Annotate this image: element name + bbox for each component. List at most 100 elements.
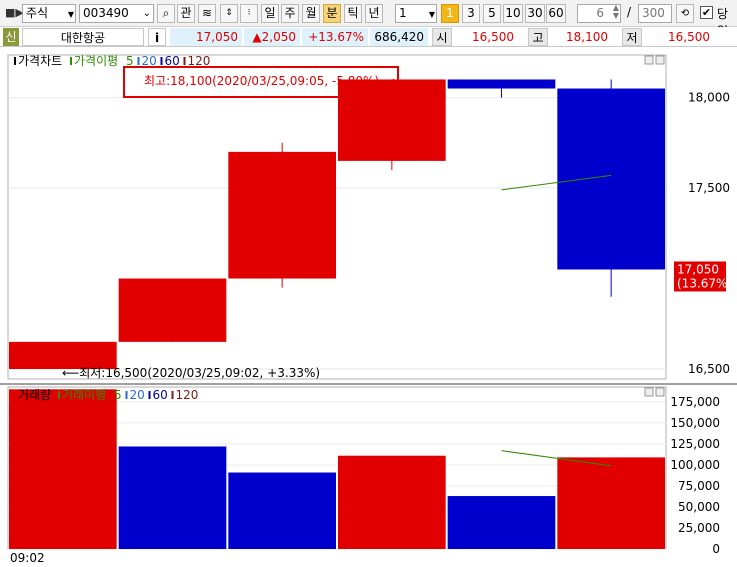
candle-body[interactable] — [447, 79, 556, 89]
info-bar: 신 대한항공 i 17,050 ▲2,050 +13.67% 686,420 시… — [0, 27, 737, 47]
chart-area[interactable]: 16,500 17,500 18,000 0 25,000 50,000 75,000 100… — [0, 47, 737, 565]
volume-legend-marker — [14, 391, 16, 399]
period-month[interactable]: 월 — [302, 4, 320, 23]
candle-body[interactable] — [338, 79, 446, 161]
volume-ytick-label: 125,000 — [670, 437, 720, 451]
price-legend-marker — [160, 57, 163, 65]
volume-legend-marker — [125, 391, 128, 399]
x-axis-label: 09:02 — [10, 551, 45, 564]
minute-3-button[interactable]: 3 — [462, 4, 480, 23]
volume-bar[interactable] — [447, 496, 556, 549]
price-ytick-label: 18,000 — [688, 91, 730, 105]
market-select[interactable]: 주식 ▼ — [22, 4, 76, 23]
minute-1-button[interactable]: 1 — [441, 4, 459, 23]
volume-ytick-label: 100,000 — [670, 458, 720, 472]
period-minute[interactable]: 분 — [323, 4, 341, 23]
price-legend-item: 120 — [188, 54, 211, 68]
minute-10-button[interactable]: 10 — [503, 4, 523, 23]
candle-body[interactable] — [118, 278, 227, 342]
high-price: 18,100 — [566, 30, 608, 44]
price-legend-marker — [70, 57, 72, 65]
price-pane-close-icon[interactable] — [655, 55, 665, 65]
volume-legend-item: 20 — [130, 388, 145, 402]
volume-bar[interactable] — [118, 446, 227, 549]
volume-ytick-label: 75,000 — [678, 479, 720, 493]
volume-legend-marker — [171, 391, 174, 399]
price-ytick-label: 17,500 — [688, 181, 730, 195]
volume-ytick-label: 0 — [712, 542, 720, 556]
stock-name: 대한항공 — [22, 28, 144, 46]
volume-legend-marker — [58, 391, 60, 399]
volume-bar[interactable] — [338, 455, 446, 549]
volume-bar[interactable] — [228, 472, 336, 549]
info-button[interactable]: i — [148, 28, 166, 46]
price-legend-item: 가격이평 — [74, 54, 118, 68]
high-label: 고 — [528, 28, 548, 46]
change-rate: +13.67% — [302, 28, 368, 46]
volume-ytick-label: 25,000 — [678, 521, 720, 535]
chart-svg[interactable]: 16,500 17,500 18,000 0 25,000 50,000 75,000 100… — [0, 47, 737, 565]
volume-legend-item: 거래이평 — [62, 388, 106, 402]
volume-bar[interactable] — [557, 457, 665, 549]
minute-60-button[interactable]: 60 — [546, 4, 566, 23]
scroll-icon[interactable]: ⁝ — [240, 4, 258, 23]
low-label: 저 — [622, 28, 642, 46]
volume-ytick-label: 175,000 — [670, 395, 720, 409]
low-annotation: ⟵최저:16,500(2020/03/25,09:02, +3.33%) — [62, 366, 320, 380]
period-day[interactable]: 일 — [261, 4, 279, 23]
candle-body[interactable] — [9, 341, 117, 369]
market-value: 주식 — [26, 6, 49, 20]
credit-tag: 신 — [3, 28, 19, 46]
interval-value: 1 — [399, 6, 407, 20]
open-price: 16,500 — [472, 30, 514, 44]
candle-body[interactable] — [228, 151, 336, 279]
price-pane-max-icon[interactable] — [644, 55, 654, 65]
minute-30-button[interactable]: 30 — [525, 4, 545, 23]
price-legend-item: 가격차트 — [18, 54, 62, 68]
code-input[interactable]: 003490 ⌄ — [79, 4, 154, 23]
volume-legend-item: 60 — [153, 388, 168, 402]
volume-pane-close-icon[interactable] — [655, 387, 665, 397]
price-legend-item: 20 — [142, 54, 157, 68]
current-rate-label: (13.67%) — [677, 276, 732, 290]
chevron-down-icon: ▼ — [428, 10, 435, 19]
count-input[interactable]: 6 ▲ ▼ — [577, 4, 621, 23]
volume-legend-item: 5 — [114, 388, 122, 402]
price-legend-marker — [14, 57, 16, 65]
total-input[interactable]: 300 — [638, 4, 672, 23]
up-down-icon[interactable]: ⇕ — [220, 4, 238, 23]
candle-body[interactable] — [557, 88, 665, 270]
volume-bar[interactable] — [9, 389, 117, 549]
minute-5-button[interactable]: 5 — [483, 4, 501, 23]
price-legend-marker — [183, 57, 186, 65]
reset-icon[interactable]: ⟲ — [676, 4, 694, 23]
period-tick[interactable]: 틱 — [344, 4, 362, 23]
volume-legend-item: 거래량 — [18, 388, 51, 402]
open-label: 시 — [432, 28, 452, 46]
interval-select[interactable]: 1 ▼ — [395, 4, 437, 23]
count-value: 6 — [596, 6, 604, 20]
low-price: 16,500 — [668, 30, 710, 44]
total-value: 300 — [642, 6, 665, 20]
trade-volume: 686,420 — [370, 28, 428, 46]
settings-icon[interactable]: ≋ — [198, 4, 216, 23]
search-icon[interactable]: ⌕ — [157, 4, 175, 23]
volume-ytick-label: 50,000 — [678, 500, 720, 514]
chevron-down-icon: ⌄ — [142, 8, 151, 19]
period-week[interactable]: 주 — [281, 4, 299, 23]
toolbar: ■▶ 주식 ▼ 003490 ⌄ ⌕ 관 ≋ ⇕ ⁝ 일 주 월 분 틱 년 1… — [0, 0, 737, 38]
price-legend-item: 5 — [126, 54, 134, 68]
current-price: 17,050 — [170, 28, 242, 46]
chevron-down-icon: ▼ — [67, 10, 74, 19]
spin-icon: ▲ ▼ — [612, 4, 619, 20]
price-ytick-label: 16,500 — [688, 362, 730, 376]
volume-legend-item: 120 — [176, 388, 199, 402]
high-annotation: 최고:18,100(2020/03/25,09:05, -5.80%)⟶ — [144, 74, 396, 88]
gwan-button[interactable]: 관 — [177, 4, 195, 23]
today-checkbox[interactable]: ✔ — [700, 6, 713, 19]
price-change: ▲2,050 — [244, 28, 300, 46]
price-legend-item: 60 — [165, 54, 180, 68]
price-legend-marker — [137, 57, 140, 65]
volume-pane-max-icon[interactable] — [644, 387, 654, 397]
period-year[interactable]: 년 — [365, 4, 383, 23]
